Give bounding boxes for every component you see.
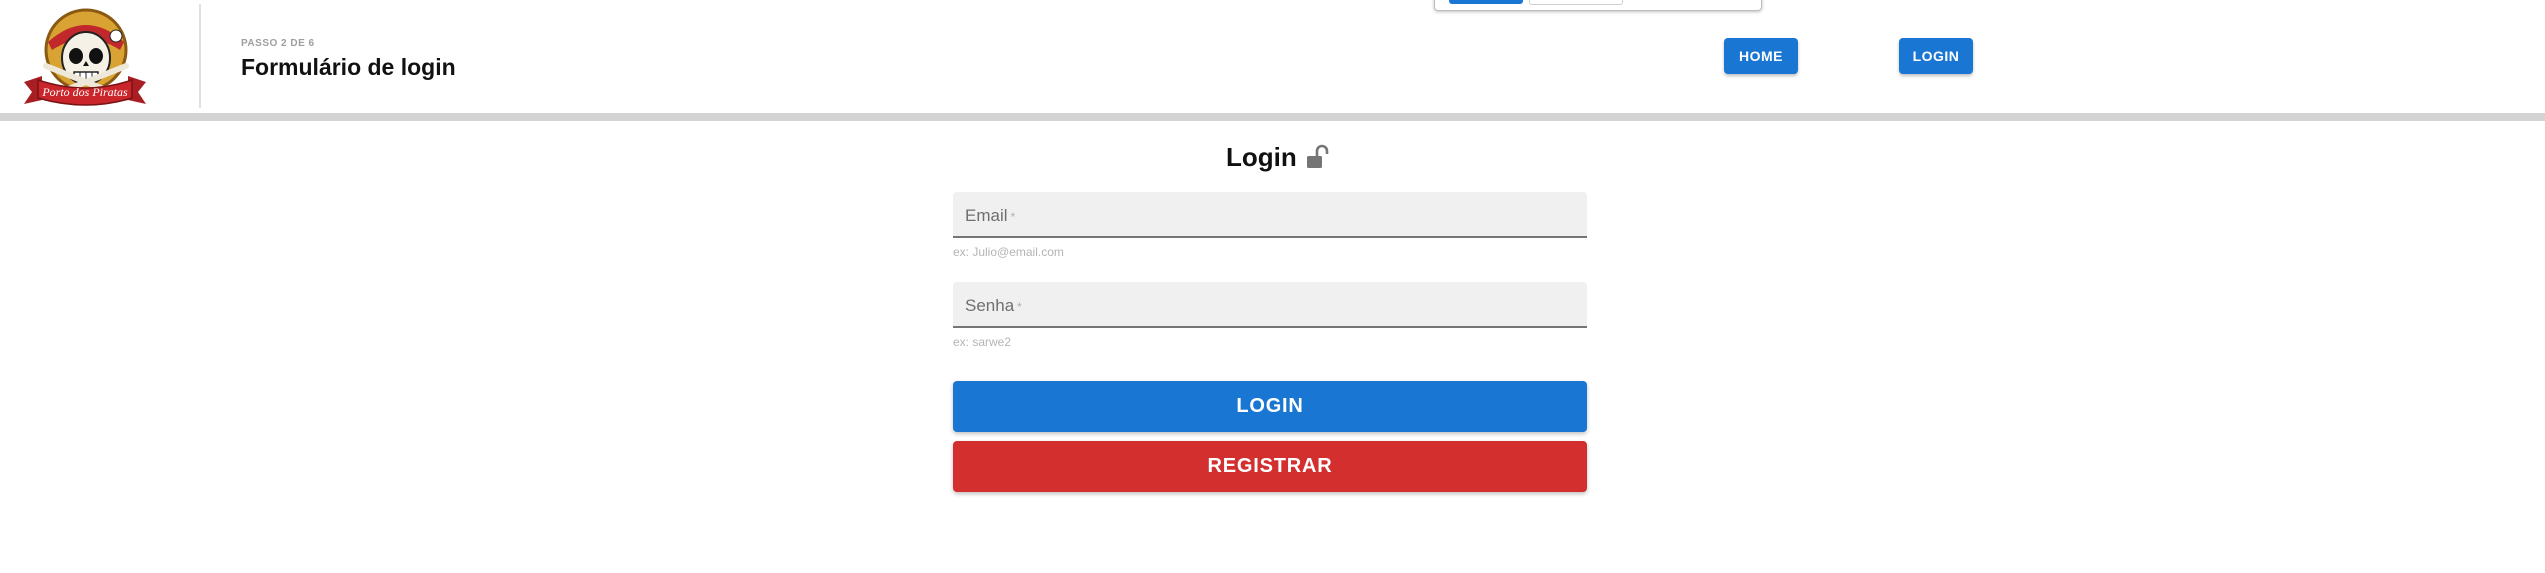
- required-mark: *: [1010, 210, 1016, 224]
- app-header: Porto dos Piratas PASSO 2 DE 6 Formulári…: [0, 0, 2545, 113]
- register-button[interactable]: REGISTRAR: [953, 441, 1587, 492]
- email-field[interactable]: Email *: [953, 192, 1587, 238]
- email-hint: ex: Julio@email.com: [953, 245, 1064, 259]
- form-heading: Login: [1226, 140, 1331, 174]
- page-title: Formulário de login: [241, 54, 456, 80]
- login-button[interactable]: LOGIN: [953, 381, 1587, 432]
- lock-open-icon: [1306, 144, 1329, 168]
- dropdown-popup: [1434, 0, 1762, 11]
- nav-login-button[interactable]: LOGIN: [1899, 38, 1973, 74]
- password-label: Senha *: [965, 296, 1022, 315]
- email-label: Email *: [965, 206, 1016, 225]
- header-bottom-bar: [0, 113, 2545, 121]
- password-field[interactable]: Senha *: [953, 282, 1587, 328]
- password-hint: ex: sarwe2: [953, 335, 1012, 349]
- form-title: Login: [1226, 141, 1297, 172]
- required-mark: *: [1017, 300, 1022, 314]
- step-indicator: PASSO 2 DE 6: [241, 38, 315, 49]
- logo-text: Porto dos Piratas: [41, 85, 128, 99]
- popup-button[interactable]: [1449, 0, 1523, 4]
- popup-slot[interactable]: [1529, 0, 1623, 5]
- pirate-skull-logo[interactable]: Porto dos Piratas: [20, 6, 150, 106]
- header-divider: [199, 4, 201, 108]
- nav-home-button[interactable]: HOME: [1724, 38, 1798, 74]
